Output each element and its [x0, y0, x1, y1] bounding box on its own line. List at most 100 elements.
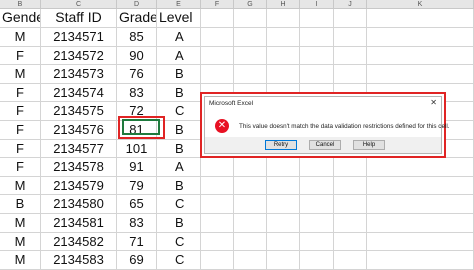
empty-cell[interactable] — [201, 9, 234, 28]
column-header-g[interactable]: G — [234, 0, 267, 9]
cell-staff-id[interactable]: 2134573 — [41, 65, 117, 84]
cell-grade[interactable]: 76 — [117, 65, 157, 84]
cell-level[interactable]: C — [157, 195, 201, 214]
empty-cell[interactable] — [367, 158, 474, 177]
header-staff-id[interactable]: Staff ID — [41, 9, 117, 28]
empty-cell[interactable] — [267, 28, 300, 47]
cell-grade[interactable]: 83 — [117, 83, 157, 103]
cell-gender[interactable]: M — [0, 65, 41, 84]
empty-cell[interactable] — [367, 65, 474, 84]
empty-cell[interactable] — [234, 232, 267, 252]
cell-staff-id[interactable]: 2134581 — [41, 214, 117, 233]
empty-cell[interactable] — [300, 158, 334, 177]
column-header-j[interactable]: J — [334, 0, 367, 9]
empty-cell[interactable] — [367, 251, 474, 270]
empty-cell[interactable] — [334, 46, 367, 66]
cell-staff-id[interactable]: 2134572 — [41, 46, 117, 66]
cell-level[interactable]: B — [157, 83, 201, 103]
cell-gender[interactable]: F — [0, 158, 41, 177]
empty-cell[interactable] — [267, 158, 300, 177]
empty-cell[interactable] — [267, 65, 300, 84]
cell-gender[interactable]: M — [0, 176, 41, 196]
cell-grade[interactable]: 101 — [117, 139, 157, 159]
cell-level[interactable]: A — [157, 46, 201, 66]
cell-gender[interactable]: F — [0, 121, 41, 140]
empty-cell[interactable] — [234, 251, 267, 270]
empty-cell[interactable] — [267, 46, 300, 66]
cell-staff-id[interactable]: 2134571 — [41, 28, 117, 47]
empty-cell[interactable] — [300, 195, 334, 214]
empty-cell[interactable] — [300, 232, 334, 252]
cell-grade[interactable]: 83 — [117, 214, 157, 233]
cell-level[interactable]: B — [157, 214, 201, 233]
empty-cell[interactable] — [234, 28, 267, 47]
empty-cell[interactable] — [367, 232, 474, 252]
cell-level[interactable]: B — [157, 139, 201, 159]
header-grade[interactable]: Grade — [117, 9, 157, 28]
empty-cell[interactable] — [300, 28, 334, 47]
empty-cell[interactable] — [334, 158, 367, 177]
empty-cell[interactable] — [201, 176, 234, 196]
empty-cell[interactable] — [334, 195, 367, 214]
cell-gender[interactable]: M — [0, 232, 41, 252]
empty-cell[interactable] — [201, 46, 234, 66]
retry-button[interactable]: Retry — [265, 140, 297, 150]
column-header-b[interactable]: B — [0, 0, 41, 9]
empty-cell[interactable] — [367, 9, 474, 28]
cell-staff-id[interactable]: 2134579 — [41, 176, 117, 196]
cell-grade[interactable]: 65 — [117, 195, 157, 214]
cell-grade[interactable]: 79 — [117, 176, 157, 196]
empty-cell[interactable] — [201, 28, 234, 47]
column-header-d[interactable]: D — [117, 0, 157, 9]
empty-cell[interactable] — [334, 232, 367, 252]
empty-cell[interactable] — [334, 65, 367, 84]
empty-cell[interactable] — [201, 195, 234, 214]
empty-cell[interactable] — [201, 232, 234, 252]
empty-cell[interactable] — [267, 176, 300, 196]
empty-cell[interactable] — [201, 158, 234, 177]
empty-cell[interactable] — [334, 28, 367, 47]
column-header-e[interactable]: E — [157, 0, 201, 9]
empty-cell[interactable] — [334, 214, 367, 233]
cell-level[interactable]: A — [157, 158, 201, 177]
cell-staff-id[interactable]: 2134580 — [41, 195, 117, 214]
empty-cell[interactable] — [267, 195, 300, 214]
empty-cell[interactable] — [234, 9, 267, 28]
cell-gender[interactable]: F — [0, 102, 41, 121]
empty-cell[interactable] — [367, 195, 474, 214]
cell-gender[interactable]: M — [0, 214, 41, 233]
column-header-h[interactable]: H — [267, 0, 300, 9]
empty-cell[interactable] — [300, 46, 334, 66]
empty-cell[interactable] — [367, 176, 474, 196]
cell-gender[interactable]: M — [0, 251, 41, 270]
cell-grade[interactable]: 69 — [117, 251, 157, 270]
empty-cell[interactable] — [267, 251, 300, 270]
cell-level[interactable]: C — [157, 232, 201, 252]
cell-level[interactable]: B — [157, 65, 201, 84]
empty-cell[interactable] — [300, 9, 334, 28]
column-header-c[interactable]: C — [41, 0, 117, 9]
cell-grade[interactable]: 90 — [117, 46, 157, 66]
empty-cell[interactable] — [234, 195, 267, 214]
empty-cell[interactable] — [234, 46, 267, 66]
header-level[interactable]: Level — [157, 9, 201, 28]
empty-cell[interactable] — [267, 9, 300, 28]
empty-cell[interactable] — [234, 158, 267, 177]
cell-staff-id[interactable]: 2134575 — [41, 102, 117, 121]
cell-staff-id[interactable]: 2134582 — [41, 232, 117, 252]
cell-gender[interactable]: F — [0, 139, 41, 159]
empty-cell[interactable] — [334, 176, 367, 196]
cell-level[interactable]: B — [157, 176, 201, 196]
cell-grade[interactable]: 85 — [117, 28, 157, 47]
close-icon[interactable]: ✕ — [430, 98, 437, 107]
empty-cell[interactable] — [300, 251, 334, 270]
empty-cell[interactable] — [234, 214, 267, 233]
empty-cell[interactable] — [201, 251, 234, 270]
column-header-k[interactable]: K — [367, 0, 474, 9]
cell-staff-id[interactable]: 2134578 — [41, 158, 117, 177]
cancel-button[interactable]: Cancel — [309, 140, 341, 150]
cell-staff-id[interactable]: 2134574 — [41, 83, 117, 103]
empty-cell[interactable] — [367, 28, 474, 47]
cell-staff-id[interactable]: 2134583 — [41, 251, 117, 270]
empty-cell[interactable] — [334, 251, 367, 270]
